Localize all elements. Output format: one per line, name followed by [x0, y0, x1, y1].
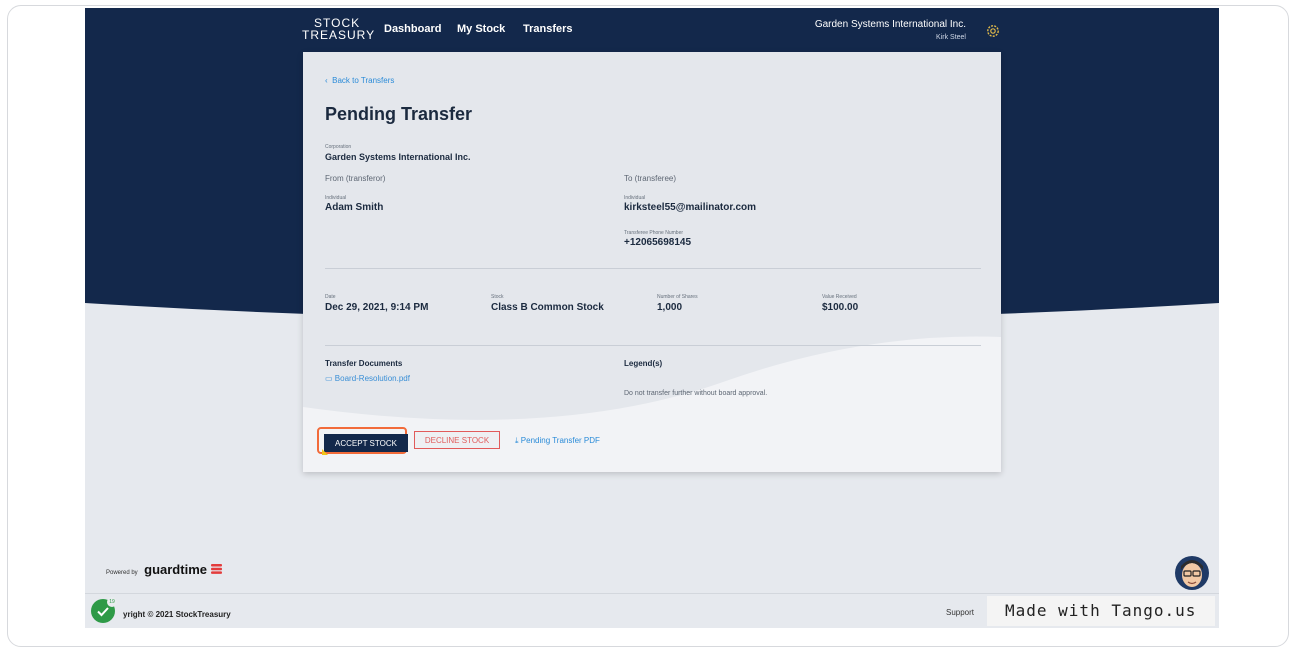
phone-label: Transferee Phone Number [624, 230, 684, 236]
accept-stock-button[interactable]: ACCEPT STOCK [324, 434, 408, 452]
date-value: Dec 29, 2021, 9:14 PM [325, 302, 429, 313]
divider [325, 268, 981, 269]
document-link[interactable]: ▭ Board-Resolution.pdf [325, 374, 410, 383]
powered-by-guardtime: Powered by guardtime [106, 561, 223, 579]
pending-transfer-pdf-link[interactable]: ⤓ Pending Transfer PDF [515, 436, 600, 446]
guardtime-mark-icon [211, 564, 223, 574]
documents-heading: Transfer Documents [325, 359, 403, 368]
value-received: $100.00 [822, 302, 859, 313]
corporation-value: Garden Systems International Inc. [325, 152, 471, 162]
screenshot-frame: STOCK TREASURY Dashboard My Stock Transf… [7, 5, 1289, 647]
app-window: STOCK TREASURY Dashboard My Stock Transf… [85, 8, 1219, 628]
download-icon: ⤓ [515, 436, 519, 445]
to-heading: To (transferee) [624, 174, 677, 183]
nav-my-stock[interactable]: My Stock [457, 23, 505, 35]
support-link[interactable]: Support [946, 608, 974, 617]
from-type-label: Individual [325, 195, 347, 201]
pending-transfer-card: ‹ Back to Transfers Pending Transfer Cor… [303, 52, 1001, 472]
copyright-text: yright © 2021 StockTreasury [123, 610, 231, 619]
page-title: Pending Transfer [325, 104, 473, 124]
accept-button-highlight: ACCEPT STOCK [317, 427, 408, 455]
cursor-pointer-icon [322, 449, 328, 455]
legend-text: Do not transfer further without board ap… [624, 390, 768, 397]
phone-value: +12065698145 [624, 237, 692, 248]
date-label: Date [325, 294, 336, 300]
shares-label: Number of Shares [657, 294, 698, 300]
nav-transfers[interactable]: Transfers [523, 23, 573, 35]
stock-treasury-logo[interactable]: STOCK TREASURY [302, 17, 376, 45]
organization-name: Garden Systems International Inc. [814, 19, 966, 30]
top-navigation-bar: STOCK TREASURY Dashboard My Stock Transf… [85, 8, 1219, 52]
guardtime-logo: guardtime [144, 562, 207, 577]
corporation-label: Corporation [325, 144, 352, 150]
legends-heading: Legend(s) [624, 359, 663, 368]
support-avatar-icon[interactable] [1175, 556, 1209, 590]
settings-gear-icon[interactable] [985, 23, 1001, 39]
divider [325, 345, 981, 346]
logo-line-2: TREASURY [302, 28, 376, 42]
user-name: Kirk Steel [936, 34, 966, 41]
made-with-tango-banner[interactable]: Made with Tango.us [987, 596, 1215, 626]
back-link-label: Back to Transfers [332, 76, 395, 85]
value-label: Value Received [822, 294, 857, 300]
to-email: kirksteel55@mailinator.com [624, 202, 757, 213]
decline-stock-button[interactable]: DECLINE STOCK [414, 431, 500, 449]
shares-value: 1,000 [657, 302, 683, 313]
from-heading: From (transferor) [325, 174, 386, 183]
from-name: Adam Smith [325, 202, 384, 213]
nav-dashboard[interactable]: Dashboard [384, 23, 441, 35]
stock-value: Class B Common Stock [491, 302, 604, 313]
tango-step-badge: 19 [107, 597, 117, 607]
stock-label: Stock [491, 294, 504, 300]
powered-by-label: Powered by [106, 570, 138, 576]
back-to-transfers-link[interactable]: ‹ Back to Transfers [325, 76, 394, 85]
document-name: Board-Resolution.pdf [334, 374, 410, 383]
footer-divider [85, 593, 1219, 594]
document-icon: ▭ [325, 374, 333, 383]
pdf-link-label: Pending Transfer PDF [520, 436, 600, 445]
to-type-label: Individual [624, 195, 646, 201]
